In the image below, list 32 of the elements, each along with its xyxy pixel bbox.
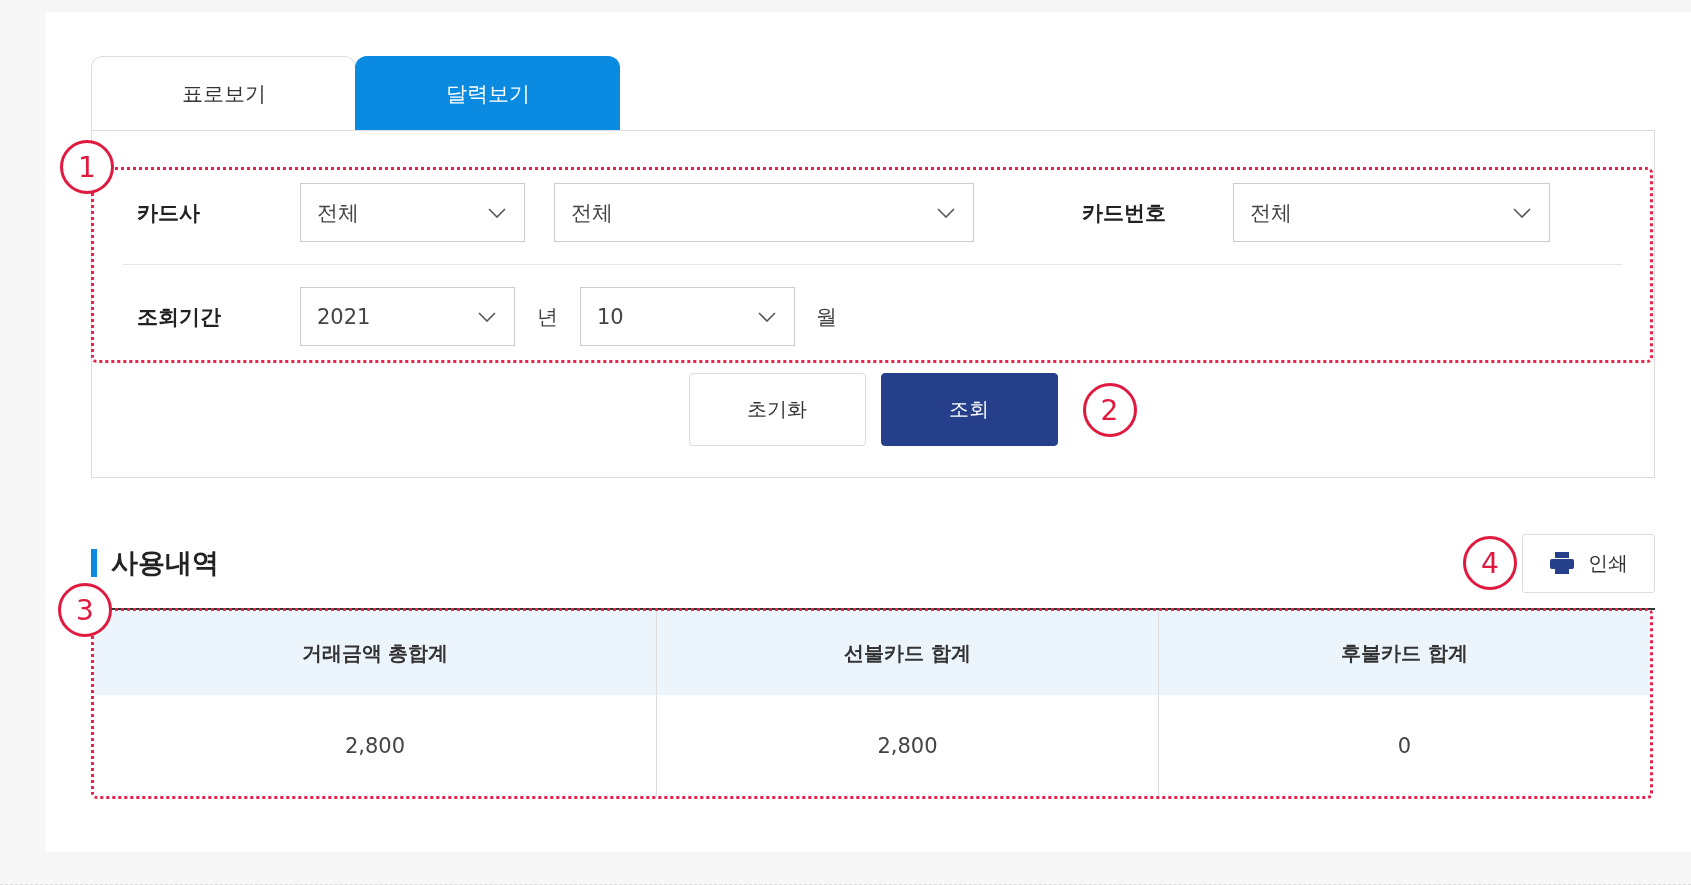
chevron-down-icon	[937, 207, 955, 218]
callout-marker: 4	[1463, 536, 1517, 590]
view-tab[interactable]: 달력보기	[355, 56, 620, 130]
search-button[interactable]: 조회	[880, 373, 1058, 446]
field-label: 조회기간	[136, 303, 222, 331]
print-button[interactable]: 인쇄	[1522, 533, 1655, 593]
section-title: 사용내역	[91, 549, 219, 577]
dropdown-select[interactable]: 2021	[300, 287, 515, 346]
chevron-down-icon	[478, 311, 496, 322]
callout-marker: 2	[1082, 383, 1137, 437]
column-header: 후불카드 합계	[1159, 611, 1650, 695]
dropdown-select[interactable]: 전체	[300, 183, 525, 242]
unit-label: 월	[816, 303, 837, 331]
callout-marker: 1	[60, 140, 114, 194]
dropdown-select[interactable]: 전체	[554, 183, 974, 242]
chevron-down-icon	[758, 311, 776, 322]
table-cell: 2,800	[657, 695, 1159, 796]
view-tab[interactable]: 표로보기	[91, 56, 356, 130]
column-header: 거래금액 총합계	[94, 611, 657, 695]
reset-button[interactable]: 초기화	[688, 373, 866, 446]
table-cell: 2,800	[94, 695, 657, 796]
unit-label: 년	[537, 303, 558, 331]
dropdown-select[interactable]: 10	[580, 287, 795, 346]
field-label: 카드사	[136, 199, 201, 227]
table-cell-text: 0	[1396, 732, 1413, 760]
dropdown-select[interactable]: 전체	[1233, 183, 1550, 242]
column-header: 선불카드 합계	[657, 611, 1159, 695]
callout-marker: 3	[58, 583, 112, 637]
field-label: 카드번호	[1081, 199, 1167, 227]
printer-icon	[1549, 552, 1574, 574]
chevron-down-icon	[488, 207, 506, 218]
chevron-down-icon	[1513, 207, 1531, 218]
